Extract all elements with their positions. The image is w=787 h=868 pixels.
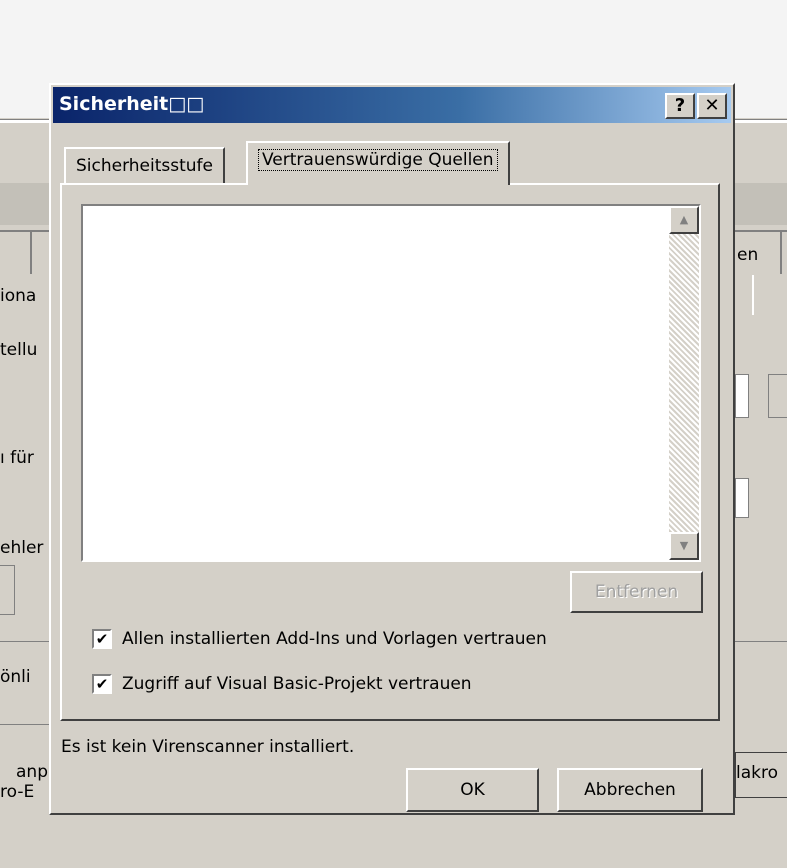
- checkbox-trust-vba-label: Zugriff auf Visual Basic-Projekt vertrau…: [122, 674, 472, 694]
- background-tab-edge: [752, 275, 754, 315]
- background-label: ehler: [0, 538, 44, 558]
- title-bar[interactable]: Sicherheit□□ ? ✕: [53, 87, 731, 123]
- tab-vertrauenswuerdige-quellen[interactable]: Vertrauenswürdige Quellen: [246, 141, 510, 185]
- background-button[interactable]: [0, 565, 15, 615]
- antivirus-status-text: Es ist kein Virenscanner installiert.: [61, 737, 355, 757]
- background-divider: [0, 724, 49, 725]
- checkbox-trust-vba-box[interactable]: ✔: [92, 674, 112, 694]
- background-label: tellu: [0, 340, 38, 360]
- tab-label: Vertrauenswürdige Quellen: [258, 149, 498, 171]
- checkbox-trust-addins-label: Allen installierten Add-Ins und Vorlagen…: [122, 629, 547, 649]
- background-tab-edge: [30, 232, 32, 274]
- checkbox-trust-vba[interactable]: ✔ Zugriff auf Visual Basic-Projekt vertr…: [92, 674, 472, 694]
- help-button[interactable]: ?: [665, 93, 695, 119]
- background-label: iona: [0, 286, 37, 306]
- trusted-sources-list[interactable]: ▲ ▼: [81, 204, 701, 562]
- dialog-title: Sicherheit□□: [59, 93, 205, 115]
- background-label: anp: [16, 762, 48, 782]
- tab-label: Sicherheitsstufe: [76, 156, 214, 176]
- ok-button[interactable]: OK: [406, 768, 539, 812]
- background-tab-label: en: [737, 245, 759, 265]
- background-divider: [0, 641, 49, 642]
- background-tab-edge: [780, 232, 782, 274]
- remove-button[interactable]: Entfernen: [570, 571, 703, 613]
- background-makro-button[interactable]: lakro: [735, 752, 787, 798]
- background-label: ı für: [0, 448, 34, 468]
- background-input[interactable]: [735, 478, 749, 518]
- background-label: ro-E: [0, 782, 35, 802]
- checkbox-trust-addins[interactable]: ✔ Allen installierten Add-Ins und Vorlag…: [92, 629, 547, 649]
- scroll-down-button[interactable]: ▼: [669, 532, 699, 560]
- background-button[interactable]: [768, 374, 787, 418]
- background-divider: [735, 641, 787, 642]
- security-dialog: Sicherheit□□ ? ✕ Sicherheitsstufe Vertra…: [49, 83, 735, 815]
- close-button[interactable]: ✕: [697, 93, 727, 119]
- tab-panel: ▲ ▼ Entfernen ✔ Allen installierten Add-…: [60, 183, 720, 721]
- background-label: önli: [0, 667, 31, 687]
- checkbox-trust-addins-box[interactable]: ✔: [92, 629, 112, 649]
- scroll-up-button[interactable]: ▲: [669, 206, 699, 234]
- tab-sicherheitsstufe[interactable]: Sicherheitsstufe: [64, 147, 226, 183]
- vertical-scrollbar[interactable]: ▲ ▼: [669, 206, 699, 560]
- cancel-button[interactable]: Abbrechen: [557, 768, 703, 812]
- background-input[interactable]: [735, 374, 749, 418]
